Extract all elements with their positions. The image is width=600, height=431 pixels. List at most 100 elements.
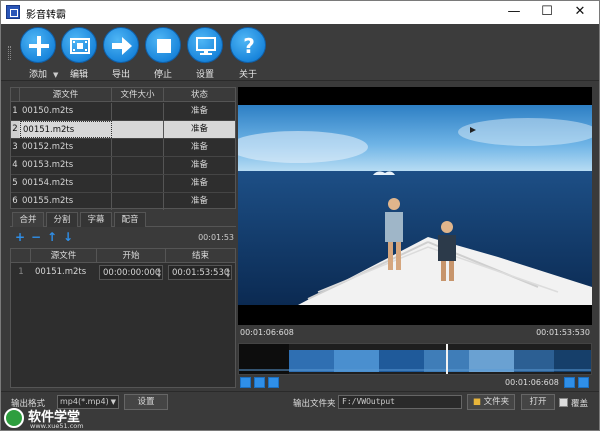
settings-label: 设置 — [195, 70, 214, 80]
row-status: 准备 — [190, 160, 208, 170]
row-file-size — [112, 157, 164, 174]
about-button[interactable]: ? 关于 — [225, 27, 271, 80]
column-header-source[interactable]: 源文件 — [20, 88, 112, 102]
film-icon — [70, 38, 90, 54]
timeline-thumbnails — [239, 344, 591, 374]
watermark-brand: 软件学堂 www.xue51.com — [4, 406, 124, 431]
video-preview[interactable] — [238, 87, 592, 325]
row-status: 准备 — [190, 124, 208, 134]
plus-icon — [29, 36, 49, 56]
table-row[interactable]: 6 00155.m2ts 准备 — [11, 193, 235, 211]
move-down-icon[interactable]: ↓ — [62, 231, 74, 244]
remove-segment-icon[interactable]: − — [30, 231, 42, 244]
open-folder-label: 打开 — [529, 397, 547, 407]
close-button[interactable]: ✕ — [564, 1, 596, 24]
tab-split[interactable]: 分割 — [46, 212, 78, 227]
tab-dubbing[interactable]: 配音 — [114, 212, 146, 227]
position-time: 00:01:06:608 — [240, 328, 294, 337]
row-file-size — [112, 175, 164, 192]
row-file-name: 00150.m2ts — [20, 103, 112, 120]
row-status: 准备 — [190, 142, 208, 152]
output-folder-label: 输出文件夹 — [293, 399, 336, 409]
row-status: 准备 — [190, 178, 208, 188]
row-file-name: 00155.m2ts — [20, 193, 112, 210]
row-file-name: 00152.m2ts — [20, 139, 112, 156]
column-header-end[interactable]: 结束 — [166, 249, 235, 263]
settings-button[interactable]: 设置 — [182, 27, 228, 80]
toolbar-grip[interactable] — [8, 46, 11, 60]
folder-icon: ■ — [472, 397, 481, 407]
column-header-start[interactable]: 开始 — [97, 249, 166, 263]
timeline-scrubber[interactable] — [238, 343, 592, 375]
segment-toolbar: + − ↑ ↓ 00:01:53 — [10, 230, 236, 246]
title-bar: 影音转霸 — ☐ ✕ — [1, 1, 599, 24]
tab-subtitle[interactable]: 字幕 — [80, 212, 112, 227]
play-button[interactable] — [240, 377, 251, 388]
row-file-name: 00154.m2ts — [20, 175, 112, 192]
row-index: 4 — [12, 160, 18, 170]
minimize-button[interactable]: — — [498, 1, 530, 24]
snapshot-button[interactable] — [268, 377, 279, 388]
add-button[interactable]: 添加 ▼ — [15, 27, 61, 80]
table-row[interactable]: 3 00152.m2ts 准备 — [11, 139, 235, 157]
overwrite-checkbox[interactable] — [559, 398, 568, 407]
row-file-size — [112, 139, 164, 156]
start-time-value: 00:00:00:000 — [103, 268, 161, 278]
row-index: 1 — [12, 106, 18, 116]
column-header-status[interactable]: 状态 — [164, 88, 235, 102]
start-time-field[interactable]: 00:00:00:000 ▲ ▼ — [99, 265, 163, 280]
total-time: 00:01:53:530 — [536, 328, 590, 337]
export-label: 导出 — [111, 70, 130, 80]
video-frame-image — [238, 87, 592, 325]
row-index: 1 — [18, 267, 24, 277]
row-index: 5 — [12, 178, 18, 188]
row-file-size — [112, 103, 164, 120]
export-button[interactable]: 导出 — [98, 27, 144, 80]
table-row[interactable]: 5 00154.m2ts 准备 — [11, 175, 235, 193]
table-corner — [11, 88, 20, 102]
column-header-size[interactable]: 文件大小 — [112, 88, 164, 102]
edit-label: 编辑 — [69, 70, 88, 80]
stop-button[interactable]: 停止 — [140, 27, 186, 80]
brand-url: www.xue51.com — [30, 422, 84, 430]
row-index: 2 — [11, 121, 19, 138]
move-up-icon[interactable]: ↑ — [46, 231, 58, 244]
segment-duration: 00:01:53 — [198, 233, 234, 242]
column-header-source[interactable]: 源文件 — [31, 249, 97, 263]
overwrite-label: 覆盖 — [571, 399, 589, 409]
source-file-table: 源文件 文件大小 状态 1 00150.m2ts 准备 2 00151.m2ts… — [10, 87, 236, 211]
table-row[interactable]: 4 00153.m2ts 准备 — [11, 157, 235, 175]
playback-time-row: 00:01:06:608 00:01:53:530 — [238, 325, 592, 341]
row-file-name: 00151.m2ts — [35, 267, 87, 277]
app-logo-icon — [6, 5, 20, 19]
row-status: 准备 — [190, 196, 208, 206]
row-status: 准备 — [190, 106, 208, 116]
choose-folder-button[interactable]: ■ 文件夹 — [467, 394, 515, 410]
spinner-arrows-icon[interactable]: ▲ ▼ — [157, 267, 161, 279]
arrow-right-icon — [112, 37, 132, 55]
window-title: 影音转霸 — [26, 10, 66, 21]
maximize-button[interactable]: ☐ — [531, 1, 563, 24]
edit-button[interactable]: 编辑 — [56, 27, 102, 80]
mark-out-button[interactable] — [578, 377, 589, 388]
output-folder-value: F:/VWOutput — [342, 397, 395, 406]
end-time-field[interactable]: 00:01:53:530 ▲ ▼ — [168, 265, 232, 280]
row-file-size — [112, 193, 164, 210]
table-row[interactable]: 1 00150.m2ts 准备 — [11, 103, 235, 121]
format-settings-button[interactable]: 设置 — [124, 394, 168, 410]
player-controls: 00:01:06:608 — [238, 376, 592, 390]
stop-playback-button[interactable] — [254, 377, 265, 388]
stop-label: 停止 — [153, 70, 172, 80]
output-folder-input[interactable]: F:/VWOutput — [338, 395, 462, 409]
mark-in-button[interactable] — [564, 377, 575, 388]
end-time-value: 00:01:53:530 — [172, 268, 230, 278]
table-row-selected[interactable]: 2 00151.m2ts 准备 — [11, 121, 235, 139]
output-bar: 输出格式 mp4(*.mp4) ▼ 设置 输出文件夹 F:/VWOutput ■… — [1, 391, 599, 430]
tab-merge[interactable]: 合并 — [12, 212, 44, 227]
format-settings-label: 设置 — [137, 397, 155, 407]
spinner-arrows-icon[interactable]: ▲ ▼ — [226, 267, 230, 279]
table-row[interactable]: 1 00151.m2ts 00:00:00:000 ▲ ▼ 00:01:53:53… — [11, 264, 235, 282]
add-segment-icon[interactable]: + — [14, 231, 26, 244]
main-toolbar: 添加 ▼ 编辑 导出 停止 设置 ? 关于 — [1, 24, 599, 81]
open-folder-button[interactable]: 打开 — [521, 394, 555, 410]
